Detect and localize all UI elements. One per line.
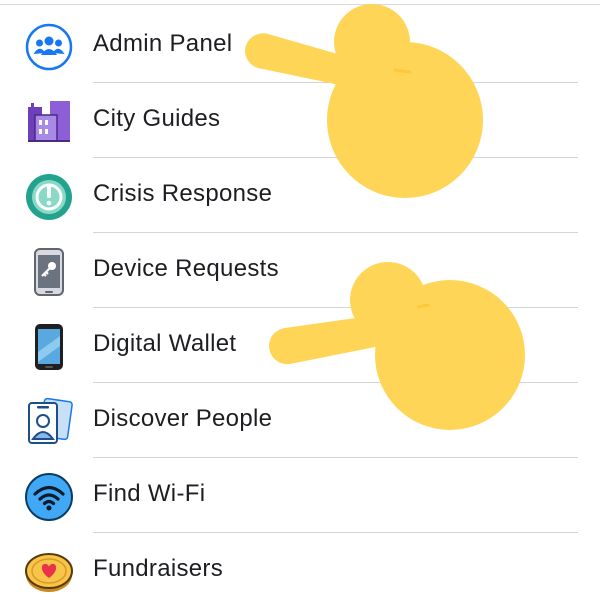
- menu-item-find-wifi[interactable]: Find Wi-Fi: [0, 458, 600, 533]
- discover-people-icon: [24, 397, 74, 447]
- digital-wallet-icon: [24, 322, 74, 372]
- device-requests-icon: [24, 247, 74, 297]
- find-wifi-icon: [24, 472, 74, 522]
- menu-item-label: Fundraisers: [93, 555, 224, 582]
- menu-item-admin-panel[interactable]: Admin Panel: [0, 8, 600, 83]
- menu-item-label: Digital Wallet: [93, 330, 237, 357]
- menu-item-label: Device Requests: [93, 255, 279, 282]
- menu-item-fundraisers[interactable]: Fundraisers: [0, 533, 600, 608]
- city-guides-icon: [24, 97, 74, 147]
- menu-item-city-guides[interactable]: City Guides: [0, 83, 600, 158]
- fundraisers-icon: [24, 547, 74, 597]
- menu-item-label: City Guides: [93, 105, 221, 132]
- menu-item-discover-people[interactable]: Discover People: [0, 383, 600, 458]
- menu-item-crisis-response[interactable]: Crisis Response: [0, 158, 600, 233]
- crisis-response-icon: [24, 172, 74, 222]
- menu-item-label: Crisis Response: [93, 180, 273, 207]
- menu-item-label: Discover People: [93, 405, 273, 432]
- menu-item-digital-wallet[interactable]: Digital Wallet: [0, 308, 600, 383]
- menu-item-label: Find Wi-Fi: [93, 480, 206, 507]
- shortcuts-menu: Admin Panel City Guides Crisis Response …: [0, 8, 600, 608]
- admin-panel-icon: [24, 22, 74, 72]
- menu-item-device-requests[interactable]: Device Requests: [0, 233, 600, 308]
- menu-item-label: Admin Panel: [93, 30, 233, 57]
- top-divider: [0, 4, 600, 5]
